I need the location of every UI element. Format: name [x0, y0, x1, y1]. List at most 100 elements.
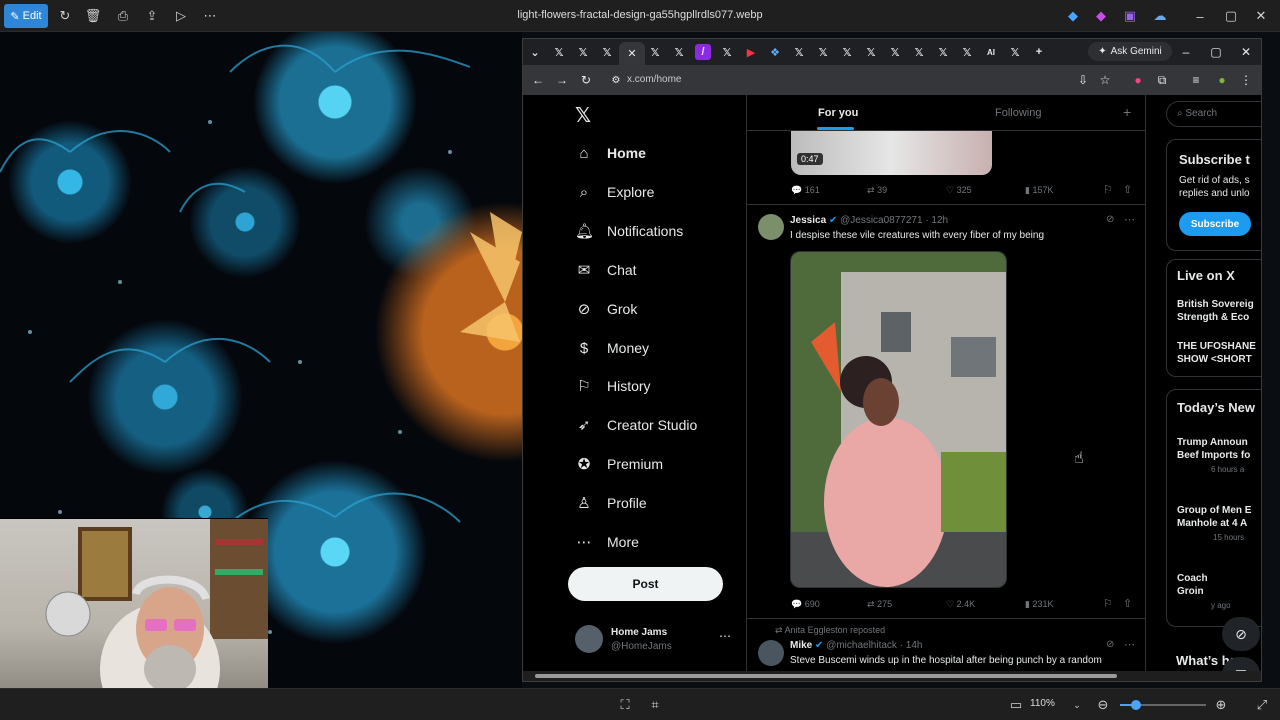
tab-ai-icon[interactable]: AI — [983, 44, 999, 60]
browser-close-icon[interactable]: ✕ — [1237, 43, 1255, 61]
post-more-icon[interactable]: ⋯ — [1124, 213, 1135, 226]
grok-icon[interactable]: ⊘ — [1106, 214, 1114, 225]
site-info-icon[interactable]: ⚙ — [607, 71, 625, 89]
tab-following[interactable]: Following — [995, 107, 1041, 119]
browser-maximize-icon[interactable]: ▢ — [1207, 43, 1225, 61]
fullscreen-icon[interactable]: ⤢ — [1251, 695, 1273, 715]
maximize-icon[interactable]: ▢ — [1220, 6, 1242, 26]
tab-x-9[interactable]: 𝕏 — [839, 44, 855, 60]
heart-icon[interactable]: ♡ — [946, 185, 954, 195]
nav-item-more[interactable]: ⋯ More — [575, 530, 639, 554]
views-icon[interactable]: ▮ — [1025, 185, 1030, 195]
nav-item-home[interactable]: ⌂ Home — [575, 141, 645, 165]
post-video[interactable] — [790, 251, 1007, 588]
repost-icon[interactable]: ⇄ — [867, 599, 875, 609]
share-icon[interactable]: ⇧ — [1123, 597, 1132, 610]
browser-menu-icon[interactable]: ⋮ — [1237, 71, 1255, 89]
post-author[interactable]: Mike — [790, 640, 812, 651]
aspect-icon[interactable]: ▭ — [1005, 695, 1027, 715]
browser-minimize-icon[interactable]: – — [1177, 43, 1195, 61]
views-icon[interactable]: ▮ — [1025, 599, 1030, 609]
post-avatar[interactable] — [758, 214, 784, 240]
post-avatar[interactable] — [758, 640, 784, 666]
tab-x-1[interactable]: 𝕏 — [551, 44, 567, 60]
install-icon[interactable]: ⇩ — [1074, 71, 1092, 89]
tab-list-icon[interactable]: ⌄ — [527, 44, 543, 60]
grok-float-icon[interactable]: ⊘ — [1222, 617, 1260, 651]
horizontal-scrollbar[interactable] — [523, 671, 1261, 681]
post-time[interactable]: · 12h — [925, 215, 948, 226]
tab-x-7[interactable]: 𝕏 — [791, 44, 807, 60]
zoom-slider-thumb[interactable] — [1131, 700, 1141, 710]
nav-item-grok[interactable]: ⊘ Grok — [575, 297, 638, 321]
nav-item-history[interactable]: ⚐ History — [575, 374, 650, 398]
live-item-2[interactable]: THE UFOSHANE SHOW <SHORT — [1177, 340, 1261, 366]
grok-icon[interactable]: ⊘ — [1106, 639, 1114, 650]
tab-x-5[interactable]: 𝕏 — [671, 44, 687, 60]
repost-icon[interactable]: ⇄ — [867, 185, 875, 195]
zoom-in-icon[interactable]: ⊕ — [1210, 695, 1232, 715]
post-button[interactable]: Post — [568, 567, 723, 601]
news-item-3[interactable]: Coach Groin — [1177, 572, 1261, 598]
nav-item-money[interactable]: $ Money — [575, 336, 649, 360]
tab-x-6[interactable]: 𝕏 — [719, 44, 735, 60]
text-select-icon[interactable]: ⌗ — [644, 695, 666, 715]
tab-x-12[interactable]: 𝕏 — [911, 44, 927, 60]
nav-item-notifications[interactable]: 🔔︎ Notifications — [575, 219, 683, 243]
ask-gemini-button[interactable]: ✦ Ask Gemini — [1088, 42, 1172, 61]
tab-close-icon[interactable]: ✕ — [624, 45, 640, 61]
search-input[interactable]: ⌕ Search — [1166, 101, 1261, 127]
tab-slash-icon[interactable]: / — [695, 44, 711, 60]
app-icon-1[interactable]: ◆ — [1062, 6, 1084, 26]
zoom-level[interactable]: 110% — [1030, 698, 1055, 709]
tab-x-2[interactable]: 𝕏 — [575, 44, 591, 60]
scrollbar-thumb[interactable] — [535, 674, 1117, 678]
new-tab-icon[interactable]: + — [1031, 44, 1047, 60]
nav-item-profile[interactable]: ♙ Profile — [575, 491, 646, 515]
tab-x-11[interactable]: 𝕏 — [887, 44, 903, 60]
subscribe-button[interactable]: Subscribe — [1179, 212, 1251, 236]
post-handle[interactable]: @Jessica0877271 — [840, 215, 922, 226]
profile-avatar-icon[interactable]: ● — [1213, 71, 1231, 89]
tab-for-you[interactable]: For you — [818, 107, 858, 119]
bookmark-icon[interactable]: ⚐ — [1103, 597, 1113, 610]
tab-butterfly-icon[interactable]: ❖ — [767, 44, 783, 60]
tab-x-15[interactable]: 𝕏 — [1007, 44, 1023, 60]
zoom-out-icon[interactable]: ⊖ — [1092, 695, 1114, 715]
tab-x-4[interactable]: 𝕏 — [647, 44, 663, 60]
forward-icon[interactable]: → — [553, 71, 571, 89]
tab-x-8[interactable]: 𝕏 — [815, 44, 831, 60]
bookmark-star-icon[interactable]: ☆ — [1096, 71, 1114, 89]
live-item-1[interactable]: British Sovereig Strength & Eco — [1177, 298, 1261, 324]
app-icon-2[interactable]: ◆ — [1090, 6, 1112, 26]
reading-list-icon[interactable]: ≡ — [1187, 71, 1205, 89]
reply-icon[interactable]: 💬 — [791, 185, 802, 195]
fit-icon[interactable]: ⛶ — [614, 695, 636, 715]
reposted-by[interactable]: Anita Eggleston reposted — [785, 625, 886, 635]
news-item-1[interactable]: Trump Announ Beef Imports fo — [1177, 436, 1261, 462]
back-icon[interactable]: ← — [529, 71, 547, 89]
url-field[interactable]: x.com/home — [603, 70, 1073, 90]
post-more-icon[interactable]: ⋯ — [1124, 638, 1135, 651]
tab-x-10[interactable]: 𝕏 — [863, 44, 879, 60]
app-icon-3[interactable]: ▣ — [1119, 6, 1141, 26]
account-avatar[interactable] — [575, 625, 603, 653]
post-author[interactable]: Jessica — [790, 215, 826, 226]
x-logo-icon[interactable]: 𝕏 — [575, 103, 591, 128]
prev-share-icon[interactable]: ⇧ — [1123, 183, 1132, 196]
tab-x-13[interactable]: 𝕏 — [935, 44, 951, 60]
nav-item-creator-studio[interactable]: ➶ Creator Studio — [575, 413, 698, 437]
extensions-icon[interactable]: ⧉ — [1153, 71, 1171, 89]
nav-item-explore[interactable]: ⌕ Explore — [575, 180, 655, 204]
heart-icon[interactable]: ♡ — [946, 599, 954, 609]
tab-x-3[interactable]: 𝕏 — [599, 44, 615, 60]
tab-youtube-icon[interactable]: ▶ — [743, 44, 759, 60]
extension-abp-icon[interactable]: ● — [1129, 71, 1147, 89]
reply-icon[interactable]: 💬 — [791, 599, 802, 609]
minimize-icon[interactable]: – — [1189, 6, 1211, 26]
news-item-2[interactable]: Group of Men E Manhole at 4 A — [1177, 504, 1261, 530]
app-icon-4[interactable]: ☁ — [1149, 6, 1171, 26]
prev-bookmark-icon[interactable]: ⚐ — [1103, 183, 1113, 196]
nav-item-premium[interactable]: ✪ Premium — [575, 452, 663, 476]
close-icon[interactable]: ✕ — [1250, 6, 1272, 26]
